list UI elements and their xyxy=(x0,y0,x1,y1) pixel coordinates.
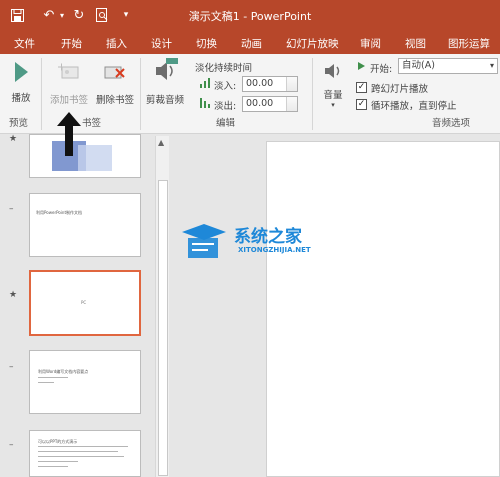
scroll-up-arrow[interactable]: ▲ xyxy=(158,138,164,147)
text-line xyxy=(38,382,54,383)
slide-thumbnail-2[interactable]: 利用PowerPoint制作文档 xyxy=(29,193,141,257)
volume-icon xyxy=(325,64,340,78)
text-line xyxy=(38,461,78,462)
play-icon xyxy=(15,62,28,82)
slide-3-marker: ★ xyxy=(9,290,18,300)
text-line xyxy=(38,466,68,467)
start-icon xyxy=(358,62,365,70)
remove-bookmark-icon xyxy=(104,66,125,79)
cross-slides-checkbox[interactable]: ✓ xyxy=(356,82,367,93)
fade-in-value: 00.00 xyxy=(246,78,274,89)
slide-thumbnail-1[interactable] xyxy=(29,134,141,178)
volume-label: 音量 xyxy=(323,90,343,101)
fade-out-icon xyxy=(200,98,210,108)
slide-thumbnail-4[interactable]: 利用Word编写文档内容要点 xyxy=(29,350,141,414)
bookmark-group-label: 书签 xyxy=(82,118,102,129)
tab-insert[interactable]: 插入 xyxy=(106,36,127,51)
fade-in-label: 淡入: xyxy=(214,81,237,92)
watermark-logo-icon xyxy=(182,224,226,258)
watermark-name: 系统之家 xyxy=(234,227,302,247)
fade-in-input[interactable]: 00.00 xyxy=(242,76,298,92)
loop-checkbox[interactable]: ✓ xyxy=(356,99,367,110)
tab-transitions[interactable]: 切换 xyxy=(196,36,217,51)
separator xyxy=(140,58,141,130)
fade-out-value: 00.00 xyxy=(246,98,274,109)
tab-animations[interactable]: 动画 xyxy=(241,36,262,51)
tab-view[interactable]: 视图 xyxy=(405,36,426,51)
volume-dropdown-icon: ▾ xyxy=(331,101,335,109)
preview-group-label: 预览 xyxy=(9,118,29,129)
start-select[interactable]: 自动(A) ▾ xyxy=(398,58,498,74)
trim-audio-button[interactable]: 剪裁音频 xyxy=(144,58,186,106)
text-line xyxy=(38,446,128,447)
fade-out-input[interactable]: 00.00 xyxy=(242,96,298,112)
tab-home[interactable]: 开始 xyxy=(61,36,82,51)
play-button[interactable]: 播放 xyxy=(8,60,34,104)
volume-button[interactable]: 音量 ▾ xyxy=(318,60,348,109)
chevron-down-icon: ▾ xyxy=(489,61,494,70)
audio-options-group-label: 音频选项 xyxy=(432,118,471,129)
scrollbar-thumb[interactable] xyxy=(158,180,168,476)
watermark: 系统之家 XITONGZHIJIA.NET xyxy=(178,220,328,270)
fade-in-icon xyxy=(200,78,210,88)
separator xyxy=(41,58,42,130)
remove-bookmark-label: 删除书签 xyxy=(95,95,134,106)
slide-2-marker: – xyxy=(9,204,14,214)
slide-3-text: PC xyxy=(81,300,87,305)
slide-thumbnail-3[interactable]: PC xyxy=(29,270,141,336)
tab-design[interactable]: 设计 xyxy=(151,36,172,51)
play-label: 播放 xyxy=(11,93,31,104)
trim-audio-icon xyxy=(156,58,178,80)
trim-audio-label: 剪裁音频 xyxy=(145,95,184,106)
ribbon-tabs: 文件 开始 插入 设计 切换 动画 幻灯片放映 审阅 视图 图形运算 xyxy=(0,30,500,54)
cross-slides-label: 跨幻灯片播放 xyxy=(371,84,429,95)
loop-label: 循环播放，直到停止 xyxy=(371,101,457,112)
slide-5-text: 可以以PPT的方式演示 xyxy=(38,439,78,444)
cube-graphic xyxy=(78,145,112,171)
tab-shape-ops[interactable]: 图形运算 xyxy=(448,36,490,51)
text-line xyxy=(38,451,118,452)
fade-duration-title: 淡化持续时间 xyxy=(195,63,253,74)
separator xyxy=(312,58,313,130)
remove-bookmark-button[interactable]: 删除书签 xyxy=(92,62,138,106)
slide-2-text: 利用PowerPoint制作文档 xyxy=(36,210,83,215)
slide-thumbnail-5[interactable]: 可以以PPT的方式演示 xyxy=(29,430,141,477)
slide-5-marker: – xyxy=(9,440,14,450)
watermark-url: XITONGZHIJIA.NET xyxy=(238,246,311,254)
thumbnail-scrollbar[interactable]: ▲ xyxy=(155,136,169,477)
title-bar: ↶ ▾ ↻ ▾ 演示文稿1 - PowerPoint xyxy=(0,0,500,30)
edit-group-label: 编辑 xyxy=(216,118,236,129)
window-title: 演示文稿1 - PowerPoint xyxy=(188,10,312,23)
tab-file[interactable]: 文件 xyxy=(14,36,35,51)
slide-4-text: 利用Word编写文档内容要点 xyxy=(38,369,89,374)
tab-review[interactable]: 审阅 xyxy=(360,36,381,51)
tab-slideshow[interactable]: 幻灯片放映 xyxy=(286,36,339,51)
slide-1-marker: ★ xyxy=(9,134,18,144)
slide-4-marker: – xyxy=(9,362,14,372)
start-select-value: 自动(A) xyxy=(402,60,435,71)
fade-out-label: 淡出: xyxy=(214,101,237,112)
text-line xyxy=(38,456,124,457)
add-bookmark-button[interactable]: 添加书签 xyxy=(46,62,92,106)
text-line xyxy=(38,377,68,378)
start-label: 开始: xyxy=(370,64,393,75)
mouse-cursor-icon xyxy=(57,112,81,156)
add-bookmark-icon xyxy=(58,63,79,79)
current-slide-canvas[interactable] xyxy=(266,141,500,477)
add-bookmark-label: 添加书签 xyxy=(49,95,88,106)
